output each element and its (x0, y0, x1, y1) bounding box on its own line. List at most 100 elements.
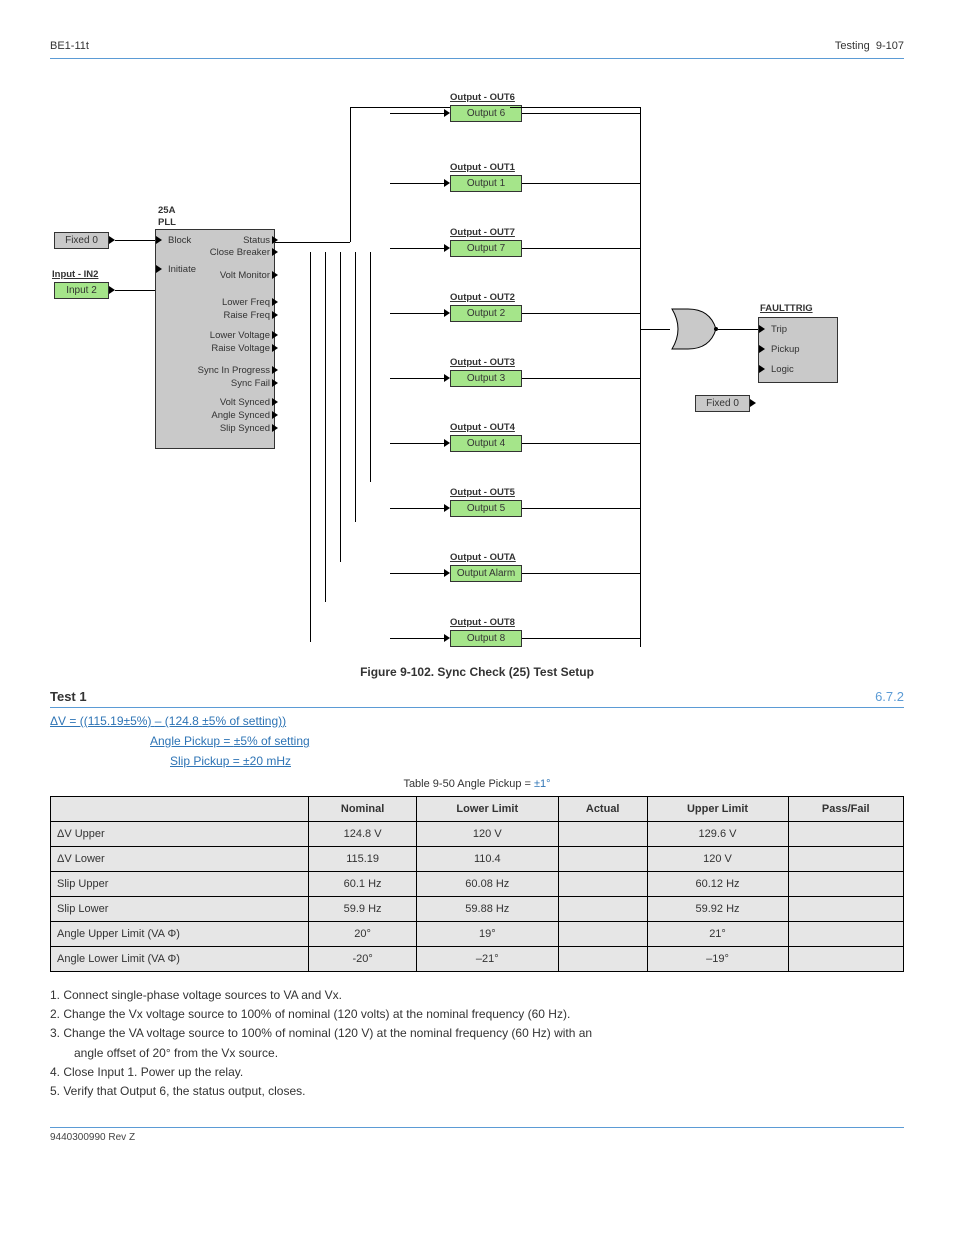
block-fixed0-left: Fixed 0 (54, 232, 109, 249)
note-angle: Angle Pickup = ±5% of setting (50, 734, 904, 748)
cell: 110.4 (416, 847, 558, 872)
arrowhead-icon (272, 311, 278, 319)
table-caption-suffix: ±1° (534, 778, 551, 790)
arrowhead-icon (272, 379, 278, 387)
cell (558, 947, 647, 972)
cell: –21° (416, 947, 558, 972)
arrowhead-icon (272, 366, 278, 374)
wire (522, 183, 640, 184)
arrowhead-icon (272, 331, 278, 339)
wire (390, 378, 445, 379)
dash-symbol: – (155, 714, 165, 728)
output-title: Output - OUT8 (450, 617, 515, 628)
cell: 129.6 V (647, 822, 788, 847)
arrowhead-icon (156, 236, 162, 244)
col-header-upper: Upper Limit (647, 797, 788, 822)
port-close-breaker: Close Breaker (210, 247, 270, 258)
col-header-passfail: Pass/Fail (788, 797, 904, 822)
cell (788, 922, 904, 947)
wire (350, 107, 450, 108)
step-3b: angle offset of 20° from the Vx source. (50, 1044, 904, 1063)
cell: 60.08 Hz (416, 872, 558, 897)
page-footer: 9440300990 Rev Z (50, 1127, 904, 1143)
port-logic: Logic (771, 364, 794, 375)
output-box: Output 8 (450, 630, 522, 647)
port-raise-freq: Raise Freq (224, 310, 270, 321)
wire (522, 508, 640, 509)
output-title: Output - OUT6 (450, 92, 515, 103)
output-title: Output - OUT4 (450, 422, 515, 433)
step-4: 4. Close Input 1. Power up the relay. (50, 1063, 904, 1082)
heading-title: Test 1 (50, 689, 87, 704)
col-header-blank (51, 797, 309, 822)
wire (390, 313, 445, 314)
wire (718, 329, 758, 330)
heading-number: 6.7.2 (875, 689, 904, 704)
port-initiate: Initiate (168, 264, 196, 275)
wire (310, 252, 311, 642)
cell: –19° (647, 947, 788, 972)
arrowhead-icon (272, 424, 278, 432)
row-label: Slip Lower (51, 897, 309, 922)
arrowhead-icon (272, 398, 278, 406)
port-angle-synced: Angle Synced (211, 410, 270, 421)
output-box: Output 2 (450, 305, 522, 322)
table-row: Angle Upper Limit (VA Φ)20°19°21° (51, 922, 904, 947)
port-raise-voltage: Raise Voltage (211, 343, 270, 354)
cell: 120 V (416, 822, 558, 847)
port-volt-monitor: Volt Monitor (220, 270, 270, 281)
wire (390, 248, 445, 249)
port-lower-freq: Lower Freq (222, 297, 270, 308)
note-slip: Slip Pickup = ±20 mHz (50, 754, 904, 768)
cell (558, 922, 647, 947)
port-pickup: Pickup (771, 344, 800, 355)
port-status: Status (243, 235, 270, 246)
port-lower-voltage: Lower Voltage (210, 330, 270, 341)
cell (788, 947, 904, 972)
port-sync-in-progress: Sync In Progress (198, 365, 270, 376)
wire (510, 107, 640, 108)
arrowhead-icon (156, 265, 162, 273)
cell (558, 897, 647, 922)
port-slip-synced: Slip Synced (220, 423, 270, 434)
note-ang-val: 5% of setting (240, 734, 309, 748)
step-3a: 3. Change the VA voltage source to 100% … (50, 1024, 904, 1043)
wire (275, 242, 350, 243)
pm-symbol: ± (243, 754, 250, 768)
wire (350, 107, 351, 242)
arrowhead-icon (272, 298, 278, 306)
cell: 59.9 Hz (309, 897, 416, 922)
wire (390, 443, 445, 444)
cell: 59.92 Hz (647, 897, 788, 922)
wire (522, 378, 640, 379)
wire (355, 252, 356, 522)
table-row: Angle Lower Limit (VA Φ)-20°–21°–19° (51, 947, 904, 972)
output-title: Output - OUT2 (450, 292, 515, 303)
wire (522, 443, 640, 444)
output-box: Output 7 (450, 240, 522, 257)
output-title: Output - OUTA (450, 552, 516, 563)
wire (522, 248, 640, 249)
figure-caption: Figure 9-102. Sync Check (25) Test Setup (50, 665, 904, 679)
cell (788, 822, 904, 847)
row-label: ΔV Upper (51, 822, 309, 847)
output-box: Output 5 (450, 500, 522, 517)
note-dv: ΔV = ((115.19±5%) – (124.8 ±5% of settin… (50, 714, 904, 728)
row-label: Angle Lower Limit (VA Φ) (51, 947, 309, 972)
wire (390, 183, 445, 184)
wire (115, 240, 155, 241)
output-box: Output 4 (450, 435, 522, 452)
cell (558, 822, 647, 847)
arrowhead-icon (759, 345, 765, 353)
wire (522, 638, 640, 639)
table-row: ΔV Upper124.8 V120 V129.6 V (51, 822, 904, 847)
table-caption: Table 9-50 Angle Pickup = ±1° (50, 778, 904, 790)
cell: 20° (309, 922, 416, 947)
note-close: 5% of setting) (209, 714, 282, 728)
row-label: Angle Upper Limit (VA Φ) (51, 922, 309, 947)
port-sync-fail: Sync Fail (231, 378, 270, 389)
table-row: Slip Lower59.9 Hz59.88 Hz59.92 Hz (51, 897, 904, 922)
col-header-nominal: Nominal (309, 797, 416, 822)
cell: 21° (647, 922, 788, 947)
table-caption-prefix: Table 9-50 Angle Pickup = (403, 778, 534, 790)
